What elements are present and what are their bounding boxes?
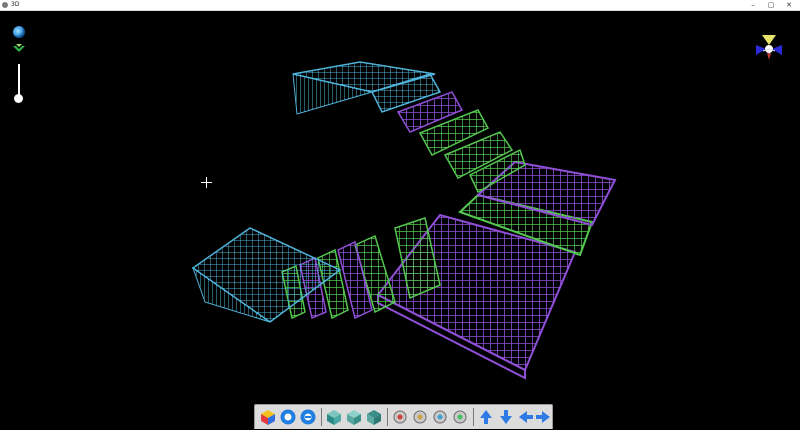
zoom-out-icon[interactable] — [299, 408, 317, 426]
render-mode-1-icon[interactable] — [391, 408, 409, 426]
render-mode-2-icon[interactable] — [411, 408, 429, 426]
move-right-icon[interactable] — [535, 408, 553, 426]
window-title: 3D — [11, 1, 20, 8]
3d-viewport[interactable] — [0, 11, 800, 430]
toolbar-separator — [473, 408, 474, 426]
close-button[interactable]: ✕ — [780, 0, 798, 10]
move-up-icon[interactable] — [477, 408, 495, 426]
toolbar-separator — [321, 408, 322, 426]
minimize-button[interactable]: – — [744, 0, 762, 10]
zoom-in-icon[interactable] — [279, 408, 297, 426]
app-icon — [2, 2, 8, 8]
maximize-button[interactable]: ▢ — [762, 0, 780, 10]
axis-gizmo-icon[interactable] — [754, 33, 784, 61]
front-view-icon[interactable] — [345, 408, 363, 426]
view-cube-icon[interactable] — [259, 408, 277, 426]
move-down-icon[interactable] — [497, 408, 515, 426]
render-mode-3-icon[interactable] — [431, 408, 449, 426]
home-view-icon[interactable] — [12, 42, 26, 54]
move-left-icon[interactable] — [517, 408, 535, 426]
upper-steps — [370, 73, 526, 194]
globe-icon[interactable] — [13, 26, 25, 38]
iso-view-icon[interactable] — [325, 408, 343, 426]
toolbar-separator — [387, 408, 388, 426]
side-view-icon[interactable] — [365, 408, 383, 426]
render-mode-4-icon[interactable] — [451, 408, 469, 426]
stair-model — [191, 61, 617, 380]
bottom-toolbar — [254, 404, 553, 429]
crosshair-cursor-icon — [201, 177, 212, 188]
title-bar: 3D – ▢ ✕ — [0, 0, 800, 11]
